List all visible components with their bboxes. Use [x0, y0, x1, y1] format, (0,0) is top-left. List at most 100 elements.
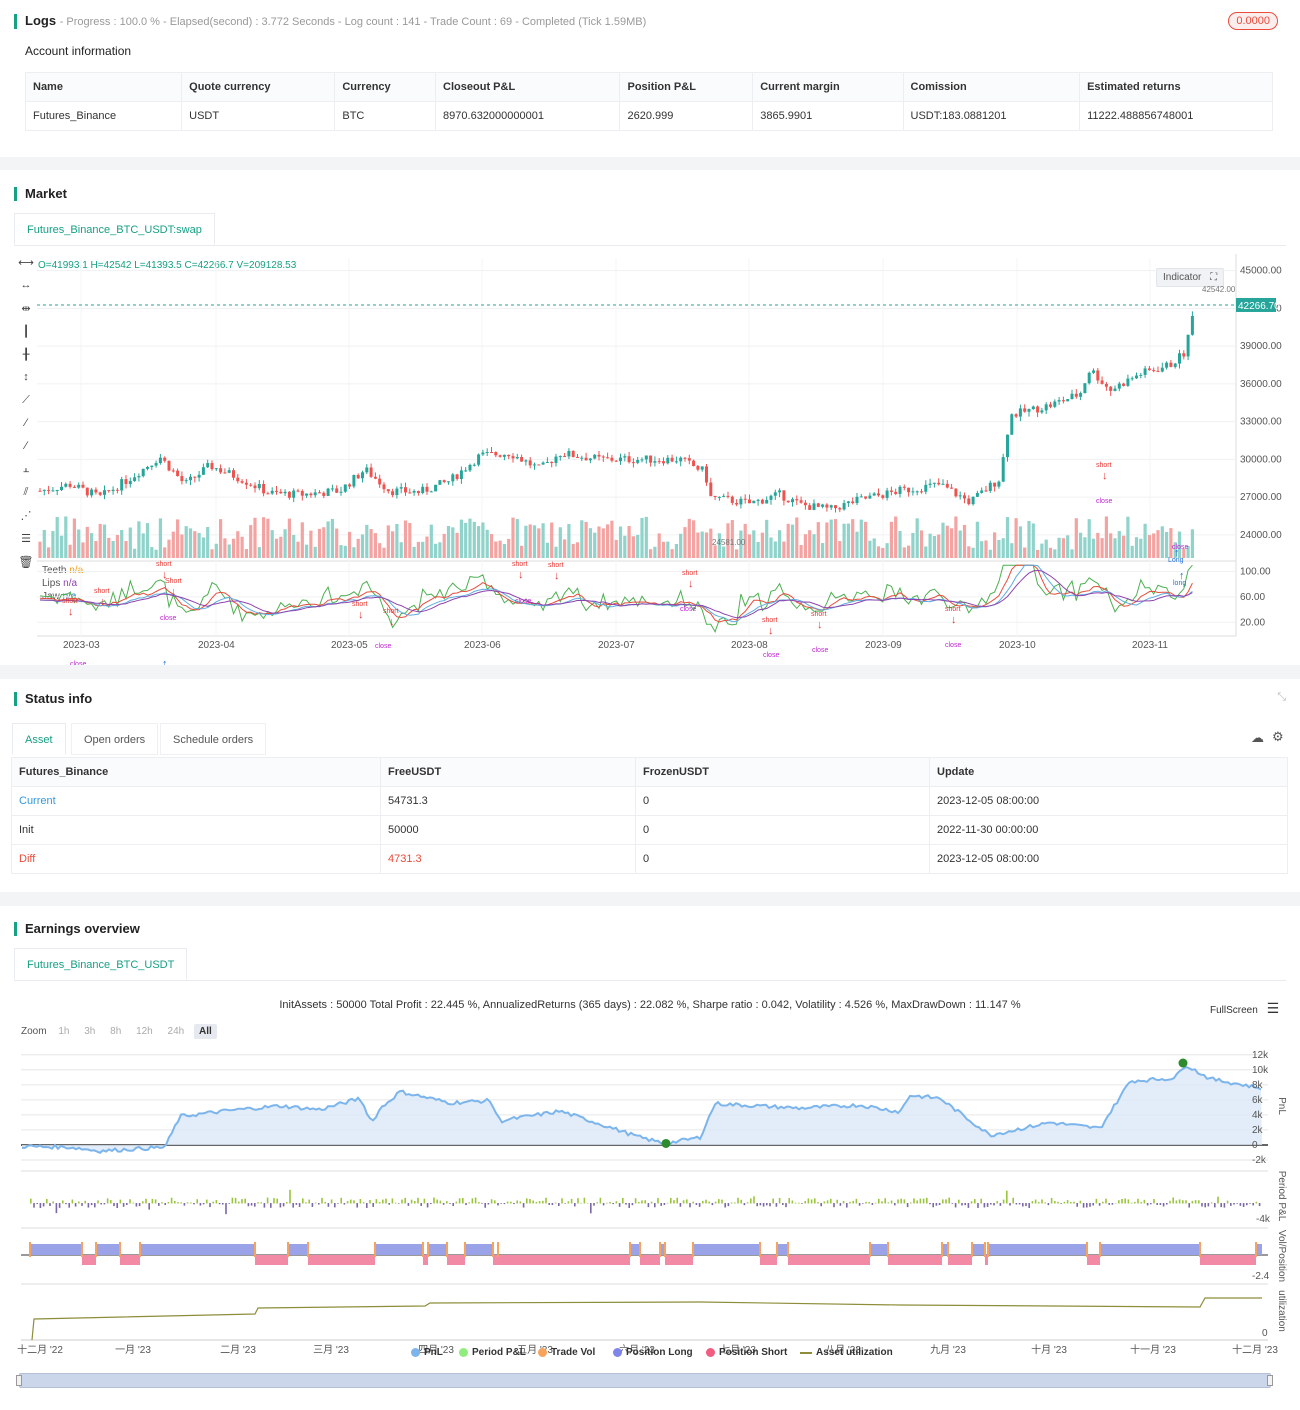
- candle-body: [541, 462, 545, 465]
- volume-bar: [1074, 518, 1078, 558]
- period-bar: [686, 1199, 688, 1204]
- period-bar: [337, 1203, 339, 1204]
- period-bar: [622, 1198, 624, 1204]
- period-tick-label: -4k: [1256, 1214, 1271, 1225]
- period-bar: [647, 1203, 650, 1208]
- period-bar: [980, 1198, 982, 1204]
- col-free: FreeUSDT: [380, 757, 636, 787]
- period-bar: [487, 1203, 490, 1205]
- candle-body: [838, 508, 842, 510]
- navigator-scrollbar[interactable]: [19, 1373, 1271, 1388]
- volume-bar: [391, 531, 395, 558]
- tab-schedule-orders[interactable]: Schedule orders: [160, 723, 267, 755]
- period-bar: [730, 1202, 733, 1204]
- tab-asset[interactable]: Asset: [12, 723, 66, 755]
- legend-pnl[interactable]: PnL: [411, 1347, 443, 1358]
- period-bar: [894, 1203, 896, 1206]
- period-bar: [410, 1199, 413, 1204]
- util-tick-label: 0: [1262, 1328, 1268, 1339]
- col-position: Position P&L: [619, 72, 754, 102]
- candle-body: [898, 486, 902, 494]
- candle-body: [429, 491, 433, 493]
- period-bar: [794, 1202, 797, 1204]
- navigator-handle-right[interactable]: [1267, 1375, 1273, 1386]
- candle-body: [412, 491, 416, 493]
- date-tick-label: 2023-10: [999, 640, 1036, 651]
- period-bar: [609, 1202, 611, 1204]
- volume-bar: [541, 523, 545, 558]
- volume-bar: [279, 536, 283, 558]
- position-long-bar: [140, 1244, 255, 1255]
- candle-body: [743, 498, 747, 500]
- volume-bar: [47, 547, 51, 558]
- legend-period-pnl[interactable]: Period P&L: [459, 1347, 526, 1358]
- candle-body: [984, 490, 988, 492]
- candle-body: [1061, 400, 1065, 402]
- collapse-icon[interactable]: ⤡: [1277, 691, 1286, 704]
- period-bar: [1105, 1198, 1107, 1204]
- row-label-current: Current: [11, 786, 381, 816]
- volume-bar: [502, 543, 506, 558]
- period-bar: [670, 1197, 672, 1204]
- volume-bar: [438, 542, 442, 558]
- period-bar: [1249, 1203, 1251, 1204]
- period-bar: [122, 1203, 125, 1207]
- table-row: Current 54731.3 0 2023-12-05 08:00:00: [11, 786, 1288, 816]
- volume-bar: [868, 540, 872, 558]
- legend-position-short[interactable]: Position Short: [706, 1347, 787, 1358]
- period-bar: [366, 1203, 368, 1208]
- candle-body: [670, 457, 674, 462]
- period-bar: [865, 1201, 867, 1204]
- earnings-chart[interactable]: 12k 10k 8k 6k 4k 2k 0 -2k -4k -2.4 0 PnL Period P&L V…: [0, 906, 1300, 1410]
- period-bar: [519, 1201, 522, 1204]
- period-bar: [1137, 1198, 1139, 1204]
- candle-body: [1070, 393, 1074, 400]
- period-bar: [1255, 1201, 1258, 1204]
- tab-open-orders[interactable]: Open orders: [71, 723, 159, 755]
- period-bar: [810, 1199, 813, 1204]
- period-bar: [596, 1202, 598, 1204]
- period-bar: [1098, 1203, 1101, 1206]
- candle-body: [1079, 393, 1083, 397]
- candle-body: [958, 495, 962, 497]
- candlestick-chart[interactable]: short↓short↓short↓Short↓short↓ short↓shor…: [0, 170, 1300, 665]
- legend-asset-util[interactable]: Asset utilization: [800, 1347, 893, 1358]
- period-bar: [174, 1200, 176, 1204]
- legend-position-long[interactable]: Position Long: [613, 1347, 693, 1358]
- col-returns: Estimated returns: [1079, 72, 1273, 102]
- volume-bar: [790, 524, 795, 558]
- volume-bar: [356, 538, 360, 558]
- volume-bar: [489, 534, 494, 558]
- period-bar: [177, 1202, 179, 1204]
- volume-bar: [51, 530, 55, 558]
- legend-trade-vol[interactable]: Trade Vol: [538, 1347, 595, 1358]
- volume-bar: [154, 549, 158, 558]
- legend-long-label: Position Long: [626, 1347, 693, 1358]
- period-bar: [702, 1200, 704, 1204]
- candle-body: [240, 481, 244, 483]
- period-bar: [263, 1203, 266, 1208]
- candle-body: [945, 483, 949, 488]
- period-bar: [919, 1198, 922, 1204]
- volume-bar: [446, 525, 451, 558]
- volume-bar: [881, 547, 885, 558]
- volume-bar: [704, 532, 709, 558]
- period-bar: [916, 1200, 918, 1204]
- volume-bar: [932, 536, 936, 558]
- volume-bar: [812, 534, 816, 558]
- cloud-download-icon[interactable]: ☁: [1251, 730, 1264, 746]
- logs-title-text: Logs: [25, 13, 57, 28]
- period-bar: [993, 1203, 995, 1206]
- period-bar: [212, 1201, 214, 1204]
- gear-icon[interactable]: ⚙: [1272, 729, 1284, 745]
- candle-body: [163, 457, 167, 461]
- period-bar: [1188, 1203, 1190, 1208]
- period-bar: [1012, 1197, 1014, 1204]
- period-bar: [378, 1202, 381, 1204]
- period-bar: [1073, 1201, 1075, 1204]
- navigator-handle-left[interactable]: [16, 1375, 22, 1386]
- volume-bar: [593, 532, 597, 558]
- volume-bar: [176, 519, 180, 558]
- signal-label: short: [383, 608, 399, 615]
- vol-tick-label: -2.4: [1252, 1271, 1270, 1282]
